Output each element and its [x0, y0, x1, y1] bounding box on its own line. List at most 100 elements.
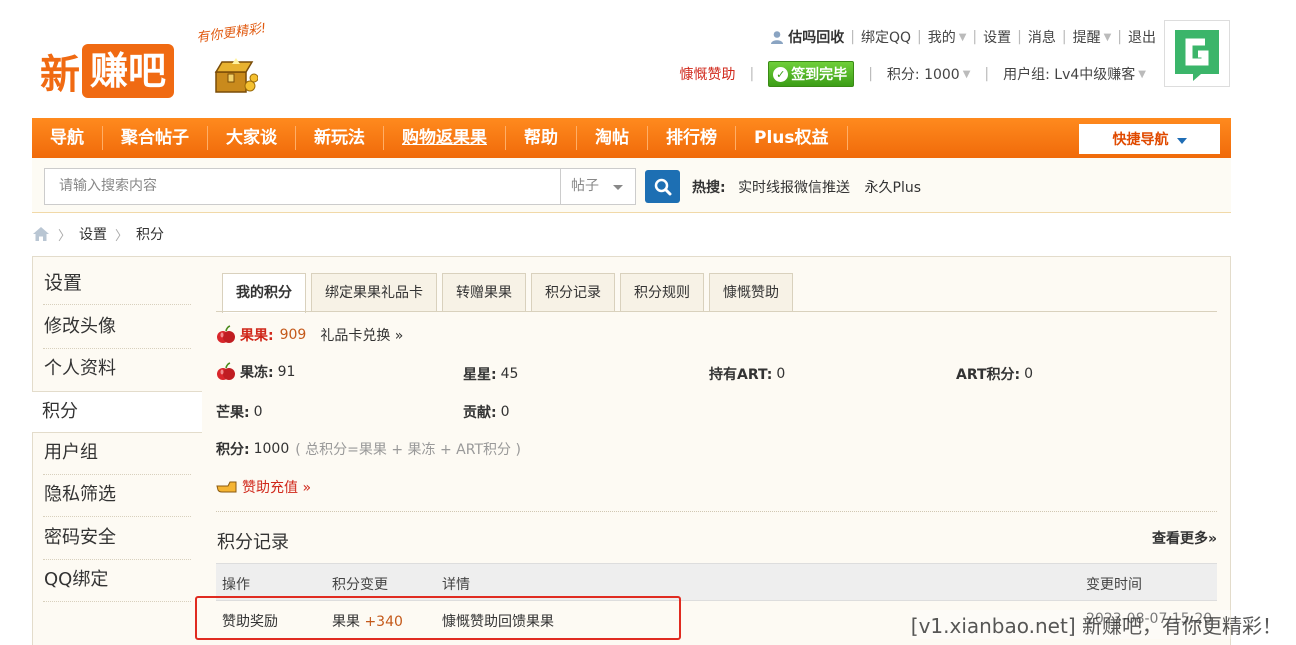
gongxian-item: 贡献: 0	[463, 402, 510, 422]
sponsor-link[interactable]: 慷慨赞助	[679, 64, 735, 84]
divider: |	[984, 66, 990, 82]
username-link[interactable]: 估吗回收	[788, 27, 844, 47]
col-change: 积分变更	[332, 577, 388, 593]
nav-item-help[interactable]: 帮助	[506, 126, 577, 150]
quick-nav-button[interactable]: 快捷导航	[1079, 124, 1220, 154]
giftcard-exchange-link[interactable]: 礼品卡兑换 »	[320, 325, 403, 345]
sidebar-item-qq[interactable]: QQ绑定	[43, 560, 191, 602]
mangguo-item: 芒果: 0	[216, 402, 263, 422]
artpoints-label: ART积分:	[956, 367, 1021, 383]
recharge-link[interactable]: 赞助充值 »	[242, 477, 311, 497]
hot-search-item[interactable]: 实时线报微信推送	[738, 180, 850, 196]
caret-down-icon	[613, 185, 623, 190]
breadcrumb-settings[interactable]: 设置	[79, 224, 107, 244]
col-detail: 详情	[442, 577, 470, 593]
home-icon[interactable]	[32, 226, 50, 242]
user-icon	[771, 31, 784, 44]
pointing-hand-icon	[216, 481, 237, 493]
col-time: 变更时间	[1086, 577, 1142, 593]
art-item: 持有ART: 0	[709, 364, 785, 384]
search-bar: 请输入搜索内容 帖子 热搜: 实时线报微信推送 永久Plus	[32, 158, 1231, 213]
col-action: 操作	[222, 577, 250, 593]
recharge-row: 赞助充值 »	[216, 477, 311, 497]
art-label: 持有ART:	[709, 367, 773, 383]
caret-down-icon: ▼	[1103, 31, 1112, 43]
nav-item-aggregated[interactable]: 聚合帖子	[103, 126, 208, 150]
quick-nav-label: 快捷导航	[1112, 132, 1169, 148]
art-value: 0	[776, 366, 786, 382]
divider: |	[850, 29, 855, 45]
settings-sidebar: 设置 修改头像 个人资料 积分 用户组 隐私筛选 密码安全 QQ绑定	[32, 256, 204, 645]
tab-transfer[interactable]: 转赠果果	[442, 273, 526, 312]
divider: |	[917, 29, 922, 45]
sidebar-item-usergroup[interactable]: 用户组	[43, 433, 191, 475]
tab-rules[interactable]: 积分规则	[620, 273, 704, 312]
sign-in-button[interactable]: ✓ 签到完毕	[768, 61, 855, 87]
user-status-bar: 慷慨赞助 | ✓ 签到完毕 | 积分: 1000 ▼ | 用户组: Lv4中级赚客…	[679, 61, 1146, 87]
tab-bar: 我的积分 绑定果果礼品卡 转赠果果 积分记录 积分规则 慷慨赞助	[222, 273, 798, 313]
main-nav: 导航 聚合帖子 大家谈 新玩法 购物返果果 帮助 淘帖 排行榜 Plus权益 快…	[32, 118, 1231, 158]
logo-slogan: 有你更精彩!	[195, 21, 268, 46]
tab-underline	[216, 311, 1217, 312]
mangguo-label: 芒果:	[216, 405, 250, 421]
tab-records[interactable]: 积分记录	[531, 273, 615, 312]
breadcrumb: 〉 设置 〉 积分	[32, 224, 164, 244]
highlight-box	[195, 596, 681, 640]
hot-search-item[interactable]: 永久Plus	[865, 180, 922, 196]
divider: |	[1017, 29, 1022, 45]
tab-sponsor[interactable]: 慷慨赞助	[709, 273, 793, 312]
nav-item-shopping-cashback[interactable]: 购物返果果	[384, 126, 506, 150]
divider: |	[1061, 29, 1067, 45]
nav-item-navigation[interactable]: 导航	[32, 126, 103, 150]
guodong-label: 果冻:	[240, 365, 274, 381]
tab-my-points[interactable]: 我的积分	[222, 273, 306, 313]
guoguo-row: 果果: 909 礼品卡兑换 »	[216, 325, 403, 345]
logout-link[interactable]: 退出	[1128, 27, 1156, 47]
total-formula: ( 总积分=果果 + 果冻 + ART积分 )	[295, 442, 521, 458]
guoguo-label: 果果:	[240, 328, 274, 344]
search-type-value: 帖子	[571, 178, 599, 194]
sidebar-item-privacy[interactable]: 隐私筛选	[43, 475, 191, 517]
sidebar-item-password[interactable]: 密码安全	[43, 518, 191, 560]
caret-down-icon: ▼	[958, 31, 967, 43]
check-icon: ✓	[773, 66, 789, 82]
avatar-logo-icon	[1175, 29, 1219, 81]
usergroup-menu[interactable]: 用户组: Lv4中级赚客	[1003, 64, 1135, 84]
hot-searches: 热搜: 实时线报微信推送 永久Plus	[692, 177, 931, 197]
divider: |	[1117, 29, 1122, 45]
search-button[interactable]	[645, 170, 680, 203]
nav-item-discussion[interactable]: 大家谈	[208, 126, 296, 150]
caret-down-icon: ▼	[1138, 68, 1146, 80]
xingxing-item: 星星: 45	[463, 364, 518, 384]
points-panel: 我的积分 绑定果果礼品卡 转赠果果 积分记录 积分规则 慷慨赞助 果果: 909…	[202, 256, 1231, 645]
nav-item-ranking[interactable]: 排行榜	[648, 126, 736, 150]
total-value: 1000	[253, 441, 290, 457]
bind-qq-link[interactable]: 绑定QQ	[861, 27, 911, 47]
sidebar-item-avatar[interactable]: 修改头像	[43, 307, 191, 349]
my-menu[interactable]: 我的	[928, 27, 956, 47]
tab-bind-giftcard[interactable]: 绑定果果礼品卡	[311, 273, 437, 312]
points-menu[interactable]: 积分: 1000	[887, 64, 960, 84]
messages-link[interactable]: 消息	[1028, 27, 1056, 47]
nav-item-collections[interactable]: 淘帖	[577, 126, 648, 150]
sidebar-item-points[interactable]: 积分	[32, 391, 204, 433]
settings-link[interactable]: 设置	[983, 27, 1011, 47]
divider	[216, 511, 1217, 512]
avatar[interactable]	[1164, 20, 1230, 87]
nav-item-plus[interactable]: Plus权益	[736, 126, 848, 150]
site-logo[interactable]: 新 赚吧	[40, 42, 175, 100]
logo-text-box: 赚吧	[82, 44, 175, 98]
search-input[interactable]: 请输入搜索内容	[44, 168, 561, 205]
nav-item-new-play[interactable]: 新玩法	[296, 126, 384, 150]
view-more-link[interactable]: 查看更多»	[1152, 528, 1217, 548]
reminders-menu[interactable]: 提醒	[1073, 27, 1101, 47]
divider: |	[749, 66, 755, 82]
gongxian-label: 贡献:	[463, 405, 497, 421]
breadcrumb-points[interactable]: 积分	[136, 224, 164, 244]
search-type-select[interactable]: 帖子	[560, 168, 636, 205]
apple-icon	[217, 362, 235, 380]
xingxing-value: 45	[500, 366, 519, 382]
records-title: 积分记录	[217, 532, 289, 553]
guodong-value: 91	[277, 364, 296, 380]
sidebar-item-profile[interactable]: 个人资料	[43, 349, 191, 391]
